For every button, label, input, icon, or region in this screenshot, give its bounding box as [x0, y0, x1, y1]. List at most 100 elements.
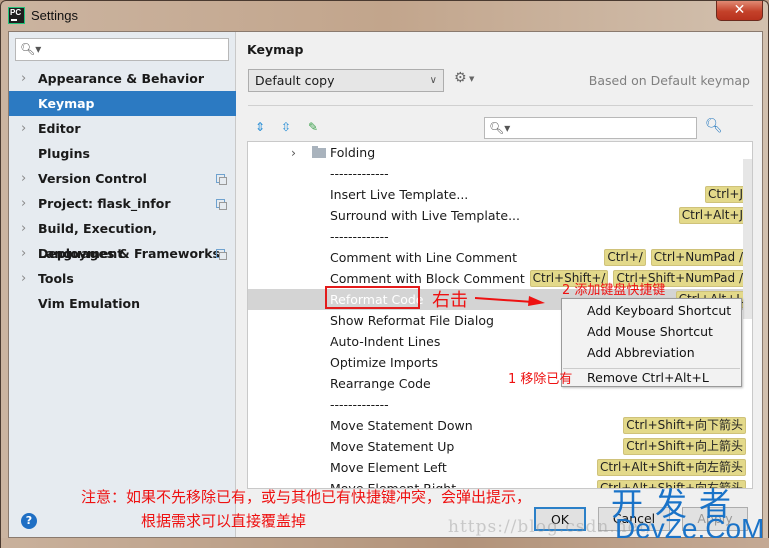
gear-icon[interactable]: ⚙: [454, 70, 467, 86]
shortcut-badge: Ctrl+J: [705, 186, 746, 203]
annotation-note-line1: 注意：如果不先移除已有，或与其他已有快捷键冲突，会弹出提示，: [81, 488, 532, 506]
sidebar-item-languages-frameworks[interactable]: › Languages & Frameworks: [9, 241, 236, 266]
sidebar-item-label: Appearance & Behavior: [38, 71, 204, 86]
shortcut-list: Ctrl+Shift+向上箭头: [623, 438, 746, 455]
action-label: Insert Live Template...: [330, 187, 469, 202]
shortcut-badge: Ctrl+/: [604, 249, 646, 266]
shortcut-list: Ctrl+Shift+向下箭头: [623, 417, 746, 434]
tree-row[interactable]: Insert Live Template... Ctrl+J: [248, 184, 752, 205]
page-title: Keymap: [247, 42, 304, 57]
pycharm-icon: PC: [8, 7, 25, 24]
action-label: -------------: [330, 397, 389, 412]
settings-window: PC Settings ✕ 🔍︎▾ › Appearance & Behavior…: [0, 0, 769, 548]
keymap-select-value: Default copy: [255, 73, 335, 88]
action-label: Auto-Indent Lines: [330, 334, 441, 349]
action-label: Rearrange Code: [330, 376, 431, 391]
help-button[interactable]: ?: [21, 513, 37, 529]
sidebar-item-version-control[interactable]: › Version Control: [9, 166, 236, 191]
gear-dropdown-icon: ▼: [469, 75, 475, 83]
sidebar-item-editor[interactable]: › Editor: [9, 116, 236, 141]
sidebar-item-build-execution-deployment[interactable]: › Build, Execution, Deployment: [9, 216, 236, 261]
tree-row[interactable]: Comment with Line Comment Ctrl+/Ctrl+NumP…: [248, 247, 752, 268]
sidebar-item-label: Tools: [38, 271, 74, 286]
scrollbar[interactable]: [743, 159, 752, 319]
project-settings-icon: [216, 174, 227, 185]
sidebar-item-vim-emulation[interactable]: Vim Emulation: [9, 291, 236, 316]
sidebar-item-label: Editor: [38, 121, 81, 136]
sidebar-item-project-flask-infor[interactable]: › Project: flask_infor: [9, 191, 236, 216]
context-menu: Add Keyboard Shortcut Add Mouse Shortcut…: [561, 298, 742, 387]
project-settings-icon: [216, 199, 227, 210]
sidebar-item-label: Plugins: [38, 146, 90, 161]
tree-row[interactable]: Move Element Left Ctrl+Alt+Shift+向左箭头: [248, 457, 752, 478]
annotation-right-click: 右击: [432, 290, 468, 311]
chevron-right-icon[interactable]: ›: [21, 266, 26, 291]
sidebar-item-plugins[interactable]: Plugins: [9, 141, 236, 166]
based-on-label: Based on Default keymap: [588, 73, 750, 88]
shortcut-badge: Ctrl+NumPad /: [650, 249, 746, 266]
chevron-right-icon[interactable]: ›: [21, 66, 26, 91]
shortcut-list: Ctrl+J: [705, 186, 746, 203]
action-label: Move Statement Down: [330, 418, 473, 433]
chevron-right-icon[interactable]: ›: [21, 191, 26, 216]
sidebar-item-label: Vim Emulation: [38, 296, 141, 311]
chevron-down-icon: ∨: [429, 75, 437, 86]
close-button[interactable]: ✕: [716, 1, 763, 21]
search-icon: 🔍︎▾: [489, 121, 511, 135]
annotation-step2: 2 添加键盘快捷键: [562, 283, 666, 298]
annotation-highlight-box: [325, 286, 420, 309]
shortcut-badge: Ctrl+Shift+向下箭头: [623, 417, 746, 434]
shortcut-badge: Ctrl+Alt+J: [678, 207, 746, 224]
tree-row[interactable]: Comment with Block Comment Ctrl+Shift+/Ct…: [248, 268, 752, 289]
action-label: Surround with Live Template...: [330, 208, 520, 223]
action-label: -------------: [330, 229, 389, 244]
expand-all-icon[interactable]: ⇕: [253, 120, 267, 134]
sidebar-item-label: Languages & Frameworks: [38, 246, 220, 261]
sidebar-item-keymap[interactable]: Keymap: [9, 91, 236, 116]
chevron-right-icon[interactable]: ›: [21, 241, 26, 266]
shortcut-badge: Ctrl+Alt+Shift+向左箭头: [596, 459, 746, 476]
menu-item-add-abbreviation[interactable]: Add Abbreviation: [587, 342, 695, 363]
folder-icon: [312, 146, 326, 158]
chevron-right-icon[interactable]: ›: [21, 166, 26, 191]
annotation-arrow: [475, 296, 545, 306]
shortcut-list: Ctrl+Alt+J: [678, 207, 746, 224]
action-label: Optimize Imports: [330, 355, 439, 370]
action-label: Move Statement Up: [330, 439, 455, 454]
search-icon: 🔍︎▾: [20, 42, 42, 56]
settings-sidebar: 🔍︎▾ › Appearance & Behavior Keymap › Editor P…: [9, 32, 236, 537]
shortcut-list: Ctrl+/Ctrl+NumPad /: [604, 249, 746, 266]
pencil-icon[interactable]: ✎: [306, 120, 320, 134]
menu-item-add-keyboard-shortcut[interactable]: Add Keyboard Shortcut: [587, 300, 731, 321]
sidebar-item-label: Version Control: [38, 171, 147, 186]
tree-folder[interactable]: › Folding: [248, 142, 752, 163]
chevron-right-icon[interactable]: ›: [21, 116, 26, 141]
menu-item-add-mouse-shortcut[interactable]: Add Mouse Shortcut: [587, 321, 713, 342]
menu-item-remove-shortcut[interactable]: Remove Ctrl+Alt+L: [587, 367, 709, 388]
annotation-step1: 1 移除已有: [508, 372, 573, 387]
window-bottom-edge: [1, 538, 769, 548]
chevron-right-icon[interactable]: ›: [21, 216, 26, 241]
annotation-note-line2: 根据需求可以直接覆盖掉: [141, 512, 307, 530]
tree-separator: -------------: [248, 394, 752, 415]
tree-row[interactable]: Surround with Live Template... Ctrl+Alt+J: [248, 205, 752, 226]
shortcut-badge: Ctrl+Shift+向上箭头: [623, 438, 746, 455]
keymap-select[interactable]: Default copy ∨: [248, 69, 444, 92]
action-label: Move Element Left: [330, 460, 447, 475]
tree-separator: -------------: [248, 163, 752, 184]
tree-row[interactable]: Move Statement Down Ctrl+Shift+向下箭头: [248, 415, 752, 436]
project-settings-icon: [216, 249, 227, 260]
divider: [248, 105, 753, 106]
action-label: -------------: [330, 166, 389, 181]
tree-row[interactable]: Move Statement Up Ctrl+Shift+向上箭头: [248, 436, 752, 457]
sidebar-search-input[interactable]: 🔍︎▾: [15, 38, 229, 61]
keymap-search-input[interactable]: 🔍︎▾: [484, 117, 697, 139]
chevron-right-icon[interactable]: ›: [291, 142, 296, 163]
collapse-all-icon[interactable]: ⇳: [279, 120, 293, 134]
action-label: Show Reformat File Dialog: [330, 313, 494, 328]
find-by-shortcut-icon[interactable]: 🔍︎: [705, 118, 723, 136]
sidebar-item-label: Project: flask_infor: [38, 196, 171, 211]
sidebar-item-appearance-behavior[interactable]: › Appearance & Behavior: [9, 66, 236, 91]
sidebar-item-tools[interactable]: › Tools: [9, 266, 236, 291]
sidebar-item-label: Keymap: [38, 96, 95, 111]
